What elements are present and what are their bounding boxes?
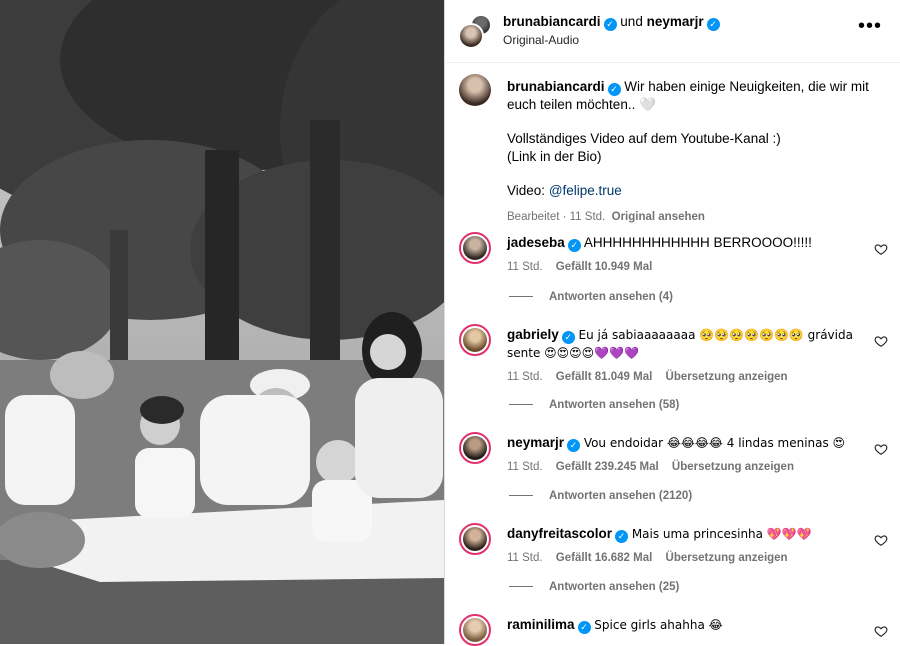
view-original-link[interactable]: Original ansehen <box>612 211 705 223</box>
more-options-icon[interactable]: ••• <box>858 16 882 36</box>
heart-icon[interactable] <box>874 442 888 456</box>
comment-username[interactable]: jadeseba <box>507 235 565 250</box>
comment-meta: 11 Std. Gefällt 10.949 Mal <box>507 258 857 276</box>
heart-icon[interactable] <box>874 242 888 256</box>
comment-username[interactable]: raminilima <box>507 617 575 632</box>
caption-text: brunabiancardi ✓ Wir haben einige Neuigke… <box>507 78 887 226</box>
post-header: brunabiancardi ✓ und neymarjr ✓ Original-A… <box>445 0 900 63</box>
comment-time: 11 Std. <box>507 371 543 383</box>
comment-avatar[interactable] <box>459 614 491 646</box>
author-link-1[interactable]: brunabiancardi <box>503 14 601 29</box>
comment-likes[interactable]: Gefällt 16.682 Mal <box>556 552 653 564</box>
comment-meta: 11 Std. Gefällt 81.049 Mal Übersetzung a… <box>507 368 857 386</box>
verified-badge-icon: ✓ <box>567 439 581 452</box>
view-replies-label: Antworten ansehen (2120) <box>549 490 693 502</box>
author-link-2[interactable]: neymarjr <box>647 14 704 29</box>
comment-time: 11 Std. <box>507 552 543 564</box>
verified-badge-icon: ✓ <box>561 331 575 344</box>
post-authors: brunabiancardi ✓ und neymarjr ✓ <box>503 14 720 31</box>
comment-meta: 11 Std. Gefällt 239.245 Mal Übersetzung … <box>507 458 857 476</box>
comment-body: neymarjr ✓ Vou endoidar 😂😂😂😂 4 lindas men… <box>507 434 857 476</box>
comment-body: gabriely ✓ Eu já sabiaaaaaaaa 🥺🥺🥺🥺🥺🥺🥺 grá… <box>507 326 857 386</box>
verified-badge-icon: ✓ <box>706 18 720 31</box>
view-replies-label: Antworten ansehen (25) <box>549 581 680 593</box>
comment-username[interactable]: danyfreitascolor <box>507 526 612 541</box>
heart-icon[interactable] <box>874 334 888 348</box>
view-replies-label: Antworten ansehen (58) <box>549 399 680 411</box>
comment-item: jadeseba ✓ AHHHHHHHHHHHH BERROOOO!!!!! 11… <box>445 232 900 332</box>
comment-avatar[interactable] <box>459 324 491 356</box>
video-credit-link[interactable]: @felipe.true <box>549 183 622 198</box>
comment-body: jadeseba ✓ AHHHHHHHHHHHH BERROOOO!!!!! 11… <box>507 234 857 276</box>
comment-time: 11 Std. <box>507 461 543 473</box>
verified-badge-icon: ✓ <box>603 18 617 31</box>
view-replies-button[interactable]: Antworten ansehen (2120) <box>509 490 692 502</box>
comment-username[interactable]: gabriely <box>507 327 559 342</box>
translate-link[interactable]: Übersetzung anzeigen <box>666 371 788 383</box>
caption-meta: Bearbeitet · 11 Std. Original ansehen <box>507 208 887 226</box>
view-replies-label: Antworten ansehen (4) <box>549 291 673 303</box>
comment-avatar[interactable] <box>459 432 491 464</box>
comment-username[interactable]: neymarjr <box>507 435 564 450</box>
comment-likes[interactable]: Gefällt 81.049 Mal <box>556 371 653 383</box>
post-photo[interactable] <box>0 0 444 644</box>
comment-likes[interactable]: Gefällt 10.949 Mal <box>556 261 653 273</box>
comment-body: danyfreitascolor ✓ Mais uma princesinha 💖… <box>507 525 857 567</box>
caption-username[interactable]: brunabiancardi <box>507 79 605 94</box>
comment-text: Vou endoidar 😂😂😂😂 4 lindas meninas 😍 <box>583 436 846 450</box>
post-details-panel: brunabiancardi ✓ und neymarjr ✓ Original-A… <box>444 0 900 646</box>
collab-avatars[interactable] <box>458 14 492 49</box>
heart-icon[interactable] <box>874 533 888 547</box>
comment-item: neymarjr ✓ Vou endoidar 😂😂😂😂 4 lindas men… <box>445 432 900 532</box>
translate-link[interactable]: Übersetzung anzeigen <box>666 552 788 564</box>
comment-text: Spice girls ahahha 😂 <box>594 618 723 632</box>
translate-link[interactable]: Übersetzung anzeigen <box>672 461 794 473</box>
caption-edited: Bearbeitet · 11 Std. <box>507 211 606 223</box>
verified-badge-icon: ✓ <box>615 530 629 543</box>
heart-icon[interactable] <box>874 624 888 638</box>
view-replies-button[interactable]: Antworten ansehen (25) <box>509 581 679 593</box>
caption-video-label: Video: <box>507 183 546 198</box>
comment-item: danyfreitascolor ✓ Mais uma princesinha 💖… <box>445 523 900 623</box>
caption-line-3: (Link in der Bio) <box>507 149 602 164</box>
comment-body: raminilima ✓ Spice girls ahahha 😂 <box>507 616 857 634</box>
comment-item: gabriely ✓ Eu já sabiaaaaaaaa 🥺🥺🥺🥺🥺🥺🥺 grá… <box>445 324 900 424</box>
avatar-brunabiancardi[interactable] <box>458 23 484 49</box>
authors-joiner: und <box>620 14 643 29</box>
view-replies-button[interactable]: Antworten ansehen (58) <box>509 399 679 411</box>
verified-badge-icon: ✓ <box>567 239 581 252</box>
view-replies-button[interactable]: Antworten ansehen (4) <box>509 291 673 303</box>
comment-text: Mais uma princesinha 💖💖💖 <box>631 527 812 541</box>
caption-avatar[interactable] <box>459 74 491 106</box>
verified-badge-icon: ✓ <box>577 621 591 634</box>
comment-avatar[interactable] <box>459 523 491 555</box>
comment-meta: 11 Std. Gefällt 16.682 Mal Übersetzung a… <box>507 549 857 567</box>
caption-line-2: Vollständiges Video auf dem Youtube-Kana… <box>507 131 781 146</box>
audio-link[interactable]: Original-Audio <box>503 33 579 47</box>
verified-badge-icon: ✓ <box>607 83 621 96</box>
comment-time: 11 Std. <box>507 261 543 273</box>
comment-item: raminilima ✓ Spice girls ahahha 😂 <box>445 614 900 646</box>
comment-likes[interactable]: Gefällt 239.245 Mal <box>556 461 659 473</box>
comment-text: AHHHHHHHHHHHH BERROOOO!!!!! <box>583 235 812 250</box>
photo-illustration <box>0 0 444 644</box>
comment-avatar[interactable] <box>459 232 491 264</box>
